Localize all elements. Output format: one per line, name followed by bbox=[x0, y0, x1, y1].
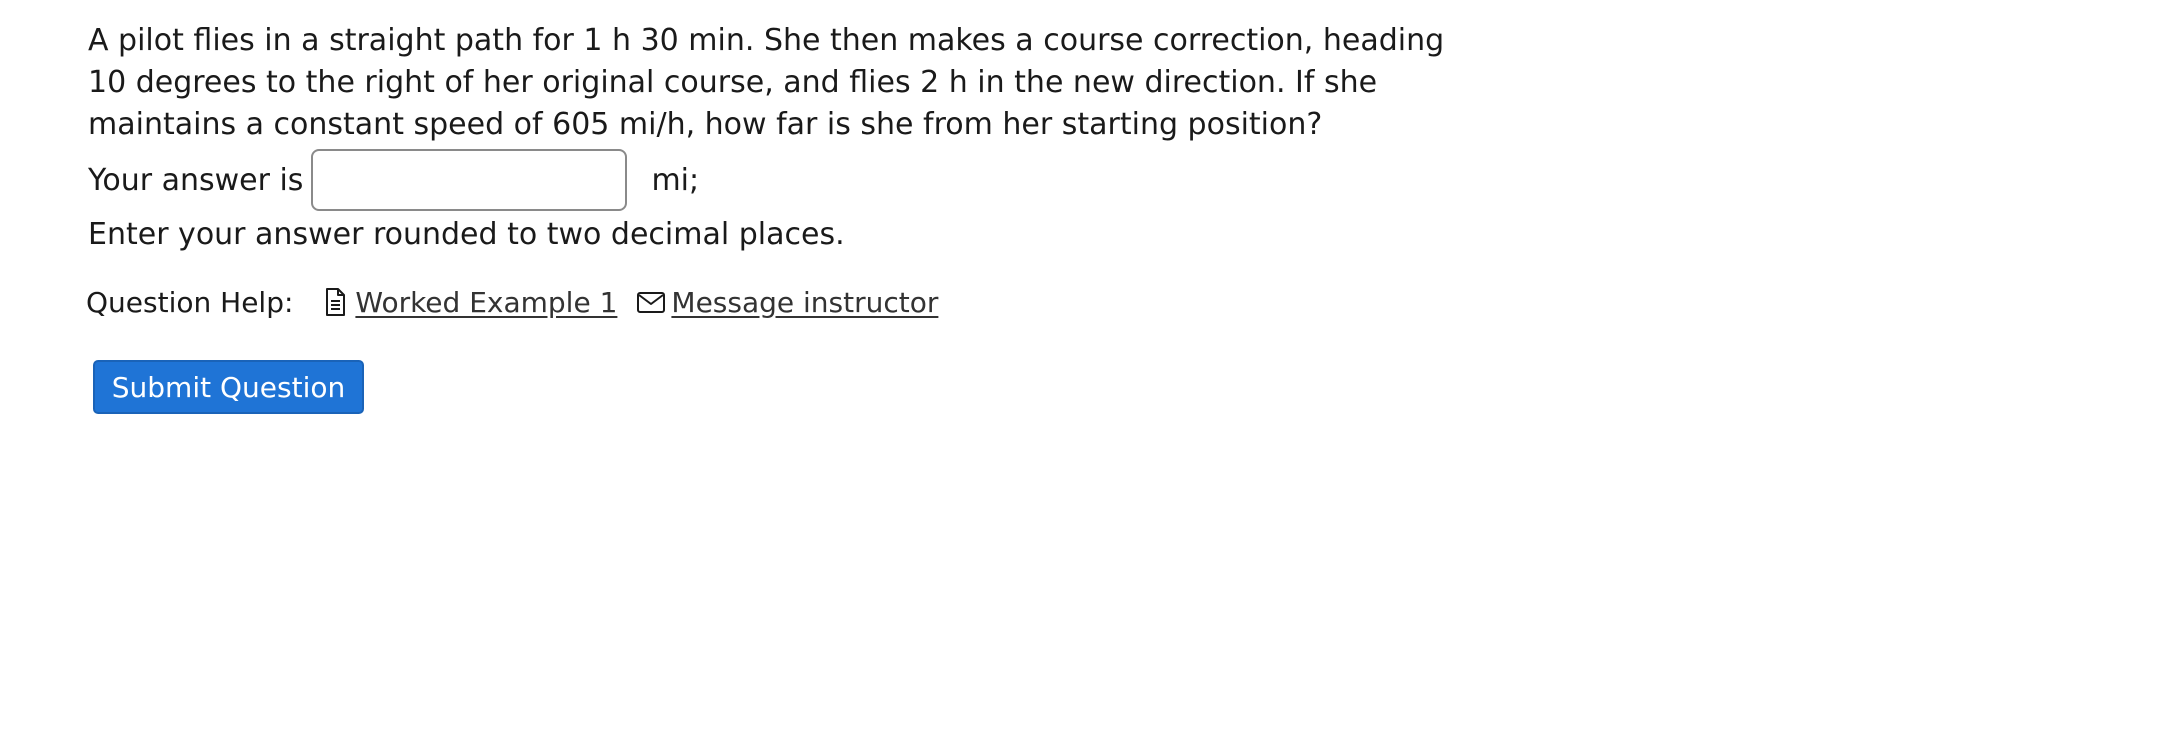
message-instructor-link[interactable]: Message instructor bbox=[635, 286, 938, 319]
question-help-label: Question Help: bbox=[86, 285, 294, 319]
worked-example-label: Worked Example 1 bbox=[355, 285, 618, 319]
question-text: A pilot flies in a straight path for 1 h… bbox=[88, 23, 1445, 142]
answer-row: Your answer is mi; bbox=[88, 148, 699, 212]
rounding-instructions: Enter your answer rounded to two decimal… bbox=[88, 217, 845, 252]
answer-unit-label: mi; bbox=[651, 162, 700, 198]
message-instructor-label: Message instructor bbox=[671, 285, 939, 319]
question-help: Question Help: Worked Example 1 Message … bbox=[86, 281, 956, 323]
envelope-icon bbox=[635, 286, 667, 318]
worked-example-link[interactable]: Worked Example 1 bbox=[319, 286, 617, 319]
submit-question-button[interactable]: Submit Question bbox=[93, 360, 364, 414]
question-page: A pilot flies in a straight path for 1 h… bbox=[0, 0, 2160, 756]
answer-prefix-label: Your answer is bbox=[88, 162, 304, 198]
document-icon bbox=[319, 286, 351, 318]
answer-input[interactable] bbox=[311, 149, 628, 211]
